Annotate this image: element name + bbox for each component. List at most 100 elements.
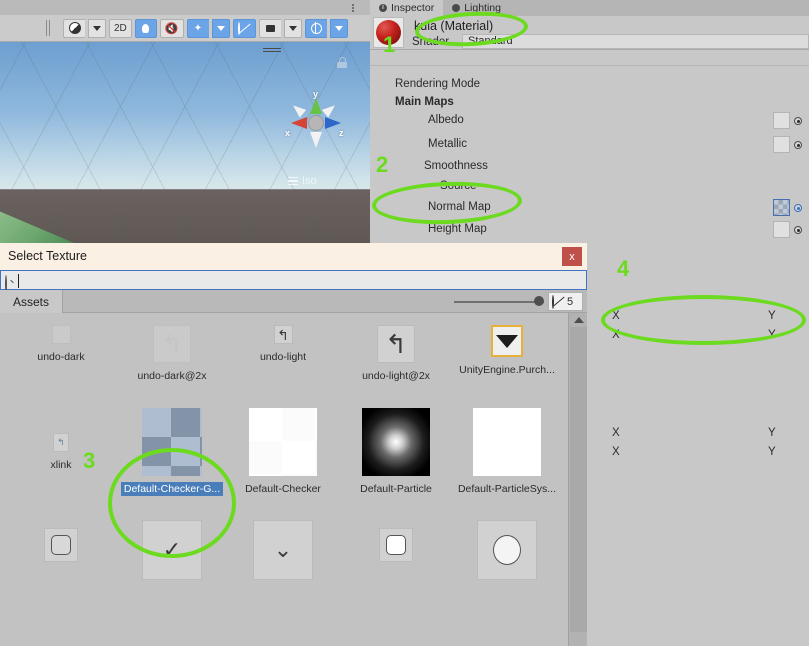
- normal-map-label: Normal Map: [428, 201, 491, 213]
- list-item-label: Default-Particle: [360, 483, 432, 495]
- lightbulb-icon[interactable]: [134, 18, 157, 38]
- rounded-rect-white-thumb: [379, 528, 413, 562]
- divider: [370, 49, 809, 50]
- main-maps-header: Main Maps: [395, 96, 454, 108]
- thumbnail-size-slider[interactable]: [454, 296, 544, 306]
- undo-faint-small-thumb: [51, 325, 71, 344]
- offset-y-label: Y: [768, 329, 776, 341]
- dialog-titlebar: Select Texture x: [0, 243, 587, 270]
- gizmo-axis-x-label: x: [285, 128, 291, 138]
- draw-mode-dropdown-caret-icon[interactable]: [88, 18, 106, 38]
- metallic-radio-icon[interactable]: [794, 141, 802, 149]
- offset-x-label: X: [612, 329, 620, 341]
- grid-vertical-scrollbar[interactable]: [568, 313, 587, 646]
- list-item[interactable]: ↰ undo-light@2x: [340, 325, 452, 388]
- list-item[interactable]: ↰ xlink: [5, 433, 117, 477]
- list-item[interactable]: undo-dark: [5, 325, 117, 369]
- eye-slash-icon: [552, 295, 565, 309]
- material-title: kula (Material): [414, 19, 494, 33]
- material-preview-thumbnail[interactable]: [373, 17, 404, 48]
- normal-map-texture-slot[interactable]: [773, 199, 790, 216]
- gizmos-icon[interactable]: [304, 18, 327, 38]
- shader-dropdown[interactable]: Standard: [462, 34, 809, 49]
- dialog-tab-row: Assets 5: [0, 290, 587, 313]
- texture-grid: undo-dark ↰ undo-dark@2x ↰ undo-light ↰ …: [0, 313, 568, 646]
- list-item-label: Default-ParticleSys...: [457, 483, 557, 495]
- list-item[interactable]: ⌄: [227, 520, 339, 580]
- thumbnail-size-slider-knob[interactable]: [534, 296, 544, 306]
- scene-orientation-gizmo[interactable]: y x z: [285, 89, 347, 154]
- scroll-up-arrow-icon[interactable]: [574, 317, 584, 323]
- scene-visibility-eye-slash-icon[interactable]: [232, 18, 256, 38]
- dialog-title: Select Texture: [8, 249, 87, 263]
- visible-count-badge[interactable]: 5: [548, 292, 583, 311]
- checkmark-thumb: ✓: [142, 520, 202, 580]
- gizmo-axis-z-label: z: [339, 128, 344, 138]
- list-item-label: undo-light@2x: [362, 370, 430, 382]
- projection-mode-toggle[interactable]: Iso: [288, 175, 317, 187]
- tab-assets[interactable]: Assets: [0, 290, 64, 313]
- metallic-texture-slot[interactable]: [773, 136, 790, 153]
- list-item[interactable]: Default-Checker: [227, 408, 339, 501]
- undo-large-thumb: ↰: [377, 325, 415, 363]
- scene-viewport[interactable]: y x z Iso: [0, 42, 370, 243]
- sec-offset-y-label: Y: [768, 446, 776, 458]
- height-map-radio-icon[interactable]: [794, 226, 802, 234]
- list-item[interactable]: [340, 528, 452, 562]
- tab-2d-toggle[interactable]: 2D: [109, 18, 132, 38]
- albedo-label: Albedo: [428, 114, 464, 126]
- albedo-radio-icon[interactable]: [794, 117, 802, 125]
- gizmo-axis-y-label: y: [313, 89, 319, 99]
- gizmo-drag-handle-icon[interactable]: [263, 48, 281, 54]
- rounded-rect-thumb: [44, 528, 78, 562]
- toolbar-grip-icon[interactable]: [46, 20, 56, 36]
- audio-mute-icon[interactable]: 🔇: [159, 18, 184, 38]
- scrollbar-thumb[interactable]: [570, 327, 587, 632]
- tab-lighting[interactable]: Lighting: [443, 0, 510, 16]
- close-icon[interactable]: x: [562, 247, 582, 266]
- metallic-label: Metallic: [428, 138, 467, 150]
- list-item-label: UnityEngine.Purch...: [459, 364, 555, 376]
- list-item[interactable]: UnityEngine.Purch...: [451, 325, 563, 382]
- list-item-label: Default-Checker-G...: [120, 482, 224, 496]
- hamburger-icon: [288, 176, 298, 186]
- effects-icon[interactable]: ✦: [186, 18, 209, 38]
- default-particlesystem-thumb: [473, 408, 541, 476]
- list-item-label: undo-dark@2x: [137, 370, 207, 382]
- tab-lighting-label: Lighting: [464, 2, 501, 14]
- list-item[interactable]: Default-Checker-G...: [116, 408, 228, 501]
- camera-icon[interactable]: [258, 18, 281, 38]
- tab-inspector[interactable]: i Inspector: [370, 0, 444, 16]
- list-item[interactable]: [5, 528, 117, 562]
- list-item-label: undo-light: [259, 351, 307, 363]
- normal-map-radio-icon[interactable]: [794, 204, 802, 212]
- tab-inspector-label: Inspector: [391, 2, 435, 14]
- camera-dropdown-caret-icon[interactable]: [283, 18, 302, 38]
- search-input[interactable]: [0, 270, 587, 294]
- text-cursor: [18, 274, 19, 288]
- lock-icon[interactable]: [337, 57, 347, 69]
- gizmos-dropdown-caret-icon[interactable]: [329, 18, 348, 38]
- list-item-label: undo-dark: [37, 351, 85, 363]
- list-item[interactable]: Default-Particle: [340, 408, 452, 501]
- draw-mode-shaded-sphere-icon[interactable]: [63, 18, 85, 38]
- albedo-texture-slot[interactable]: [773, 112, 790, 129]
- material-header: kula (Material) Shader Standard: [370, 16, 809, 49]
- list-item[interactable]: [451, 520, 563, 580]
- gem-icon: [496, 334, 518, 348]
- select-texture-dialog: Select Texture x Assets 5 undo-dark ↰ un…: [0, 243, 587, 646]
- divider: [370, 65, 809, 66]
- search-icon: [5, 275, 14, 294]
- gem-icon-thumb: [491, 325, 523, 357]
- scene-options-kebab-icon[interactable]: [347, 1, 359, 14]
- list-item[interactable]: ✓: [116, 520, 228, 580]
- list-item[interactable]: ↰ undo-dark@2x: [116, 325, 228, 388]
- dot-icon: [452, 4, 461, 12]
- list-item[interactable]: ↰ undo-light: [227, 325, 339, 369]
- undo-faint-large-thumb: ↰: [153, 325, 191, 363]
- effects-dropdown-caret-icon[interactable]: [211, 18, 230, 38]
- tiling-y-label: Y: [768, 310, 776, 322]
- sec-tiling-y-label: Y: [768, 427, 776, 439]
- height-map-texture-slot[interactable]: [773, 221, 790, 238]
- list-item[interactable]: Default-ParticleSys...: [451, 408, 563, 501]
